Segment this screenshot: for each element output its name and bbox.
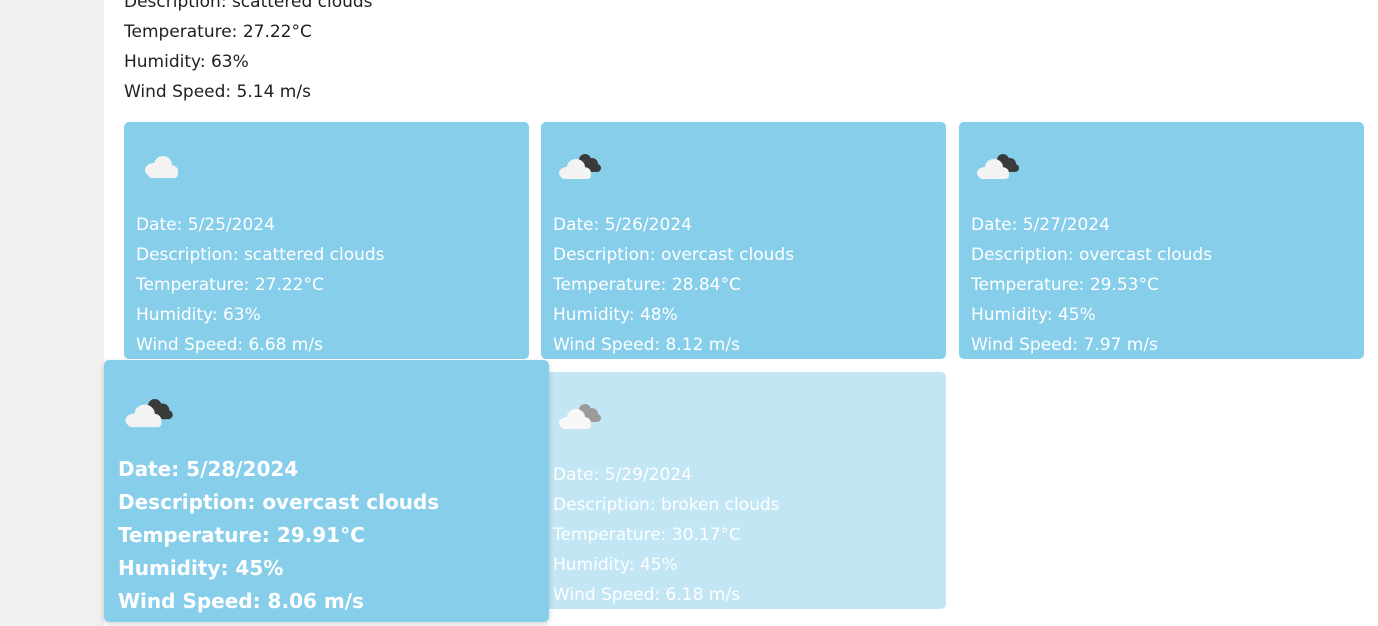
forecast-humidity: Humidity: 45% xyxy=(971,305,1096,325)
forecast-date: Date: 5/28/2024 xyxy=(118,457,299,481)
scattered-clouds-icon xyxy=(145,156,178,178)
forecast-date: Date: 5/25/2024 xyxy=(136,215,275,235)
forecast-description: Description: overcast clouds xyxy=(118,490,440,514)
forecast-description: Description: overcast clouds xyxy=(971,245,1213,265)
forecast-humidity: Humidity: 48% xyxy=(553,305,678,325)
forecast-description: Description: overcast clouds xyxy=(553,245,795,265)
forecast-card[interactable]: Date: 5/27/2024 Description: overcast cl… xyxy=(959,122,1364,359)
forecast-temperature: Temperature: 29.91°C xyxy=(118,523,365,547)
current-description: Description: scattered clouds xyxy=(124,0,373,12)
current-humidity: Humidity: 63% xyxy=(124,52,249,72)
overcast-clouds-icon xyxy=(559,154,601,179)
forecast-temperature: Temperature: 28.84°C xyxy=(553,275,741,295)
forecast-date: Date: 5/27/2024 xyxy=(971,215,1110,235)
forecast-humidity: Humidity: 45% xyxy=(553,555,678,575)
forecast-temperature: Temperature: 29.53°C xyxy=(971,275,1159,295)
forecast-wind-speed: Wind Speed: 6.18 m/s xyxy=(553,585,740,605)
overcast-clouds-icon xyxy=(977,154,1019,179)
forecast-wind-speed: Wind Speed: 7.97 m/s xyxy=(971,335,1158,355)
current-wind-speed: Wind Speed: 5.14 m/s xyxy=(124,82,311,102)
forecast-humidity: Humidity: 63% xyxy=(136,305,261,325)
overcast-clouds-icon xyxy=(125,399,173,428)
broken-clouds-icon xyxy=(559,404,601,429)
forecast-temperature: Temperature: 27.22°C xyxy=(136,275,324,295)
current-weather: Description: scattered clouds Temperatur… xyxy=(124,0,373,107)
left-gutter xyxy=(0,0,104,626)
forecast-temperature: Temperature: 30.17°C xyxy=(553,525,741,545)
forecast-humidity: Humidity: 45% xyxy=(118,556,284,580)
forecast-date: Date: 5/26/2024 xyxy=(553,215,692,235)
current-temperature: Temperature: 27.22°C xyxy=(124,22,312,42)
forecast-description: Description: scattered clouds xyxy=(136,245,385,265)
forecast-date: Date: 5/29/2024 xyxy=(553,465,692,485)
forecast-card[interactable]: Date: 5/25/2024 Description: scattered c… xyxy=(124,122,529,359)
forecast-wind-speed: Wind Speed: 6.68 m/s xyxy=(136,335,323,355)
forecast-description: Description: broken clouds xyxy=(553,495,780,515)
forecast-card[interactable]: Date: 5/26/2024 Description: overcast cl… xyxy=(541,122,946,359)
forecast-card[interactable]: Date: 5/29/2024 Description: broken clou… xyxy=(541,372,946,609)
forecast-wind-speed: Wind Speed: 8.12 m/s xyxy=(553,335,740,355)
forecast-card-hovered[interactable]: Date: 5/28/2024 Description: overcast cl… xyxy=(104,360,549,622)
forecast-wind-speed: Wind Speed: 8.06 m/s xyxy=(118,589,364,613)
